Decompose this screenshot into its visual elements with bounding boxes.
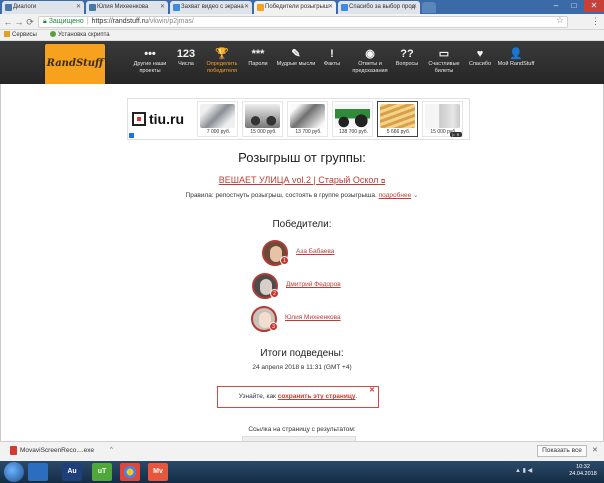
bookmarks-bar: Сервисы Установка скрипта	[0, 30, 604, 41]
back-icon[interactable]: ←	[3, 16, 13, 28]
rank-badge: 1	[280, 256, 289, 265]
audition-icon[interactable]: Au	[62, 463, 82, 481]
ad-choices-icon[interactable]: ▷ ✕	[450, 132, 462, 137]
movavi-icon	[173, 4, 180, 11]
taskbar	[0, 461, 604, 483]
url-input[interactable]: 🔒︎ Защищено | https://randstuff.ru/vkwin/p…	[38, 16, 568, 28]
bookmark-star-icon[interactable]: ☆	[556, 15, 564, 26]
rules-text: Правила: репостнуть розыгрыш, состоять в…	[185, 192, 419, 199]
close-notice-icon[interactable]: ✕	[369, 381, 375, 401]
vk-icon	[89, 4, 96, 11]
ad-item[interactable]: 5 666 руб.	[377, 101, 418, 137]
bookmark-services[interactable]: Сервисы	[4, 30, 37, 41]
ad-item[interactable]: 13 700 руб.	[287, 101, 328, 137]
browser-tab[interactable]: Спасибо за выбор прод ✕	[338, 1, 420, 14]
ad-item-image	[290, 104, 325, 128]
tray-icons[interactable]: ▲ ▮ ◀	[515, 467, 532, 474]
ad-item-image	[380, 104, 415, 128]
close-tab-icon[interactable]: ✕	[244, 1, 249, 14]
apps-icon	[4, 31, 10, 37]
results-heading: Итоги подведены:	[260, 348, 344, 359]
results-date: 24 апреля 2018 в 11:31 (GMT +4)	[252, 364, 352, 371]
lock-icon: 🔒︎	[43, 18, 47, 25]
download-item[interactable]: MovaviScreenReco....exe	[20, 447, 94, 454]
group-link[interactable]: ВЕШАЕТ УЛИЦА vol.2 | Старый Оскол ⧉	[0, 175, 604, 186]
nav-my-randstuff[interactable]: 👤 Мой RandStuff	[493, 47, 539, 68]
browser-tab[interactable]: Захват видео с экрана ✕	[170, 1, 252, 14]
ad-item-image	[200, 104, 235, 128]
close-download-bar-icon[interactable]: ✕	[592, 446, 598, 454]
script-icon	[50, 31, 56, 37]
vk-icon	[5, 4, 12, 11]
winners-heading: Победители:	[272, 219, 332, 230]
chevron-up-icon[interactable]: ^	[110, 447, 113, 453]
close-window-icon[interactable]: ✕	[584, 0, 604, 12]
winner-name-link[interactable]: Аза Бабаева	[296, 248, 334, 255]
winner-name-link[interactable]: Дмитрий Федоров	[286, 281, 341, 288]
ad-item[interactable]: 15 000 руб.	[242, 101, 283, 137]
browser-tab-active[interactable]: Победители розыгрыш ✕	[254, 1, 336, 14]
browser-tab-strip: Диалоги ✕ Юлия Михеенкова ✕ Захват видео…	[0, 0, 604, 14]
ad-item-image	[425, 104, 460, 128]
browser-tab[interactable]: Юлия Михеенкова ✕	[86, 1, 168, 14]
ad-item[interactable]: 7 000 руб.	[197, 101, 238, 137]
page-title: Розыгрыш от группы:	[238, 150, 366, 165]
close-tab-icon[interactable]: ✕	[328, 1, 333, 14]
save-page-link[interactable]: сохранить эту страницу	[278, 393, 356, 400]
address-bar: ← → ⟳ 🔒︎ Защищено | https://randstuff.ru/v…	[0, 14, 604, 30]
forward-icon[interactable]: →	[14, 16, 24, 28]
show-all-button[interactable]: Показать все	[537, 445, 587, 457]
ad-item-image	[335, 104, 370, 128]
minimize-icon[interactable]: –	[548, 0, 564, 12]
maximize-icon[interactable]: □	[566, 0, 582, 12]
screen: Диалоги ✕ Юлия Михеенкова ✕ Захват видео…	[0, 0, 604, 483]
close-tab-icon[interactable]: ✕	[76, 1, 81, 14]
chevron-down-icon: ⌄	[413, 192, 419, 199]
close-tab-icon[interactable]: ✕	[160, 1, 165, 14]
explorer-icon[interactable]	[28, 463, 48, 481]
browser-tab[interactable]: Диалоги ✕	[2, 1, 84, 14]
close-tab-icon[interactable]: ✕	[412, 1, 417, 14]
winner-name-link[interactable]: Юлия Михеенкова	[285, 314, 341, 321]
bookmark-install-script[interactable]: Установка скрипта	[50, 30, 110, 41]
start-button[interactable]	[4, 462, 24, 482]
ad-brand-logo[interactable]: tiu.ru	[132, 102, 192, 136]
ad-item-image	[245, 104, 280, 128]
rank-badge: 3	[269, 322, 278, 331]
clock[interactable]: 10:32 24.04.2018	[566, 464, 600, 478]
save-page-notice: Узнайте, как сохранить эту страницу. ✕	[217, 386, 379, 408]
chrome-icon[interactable]	[120, 463, 140, 481]
ad-item[interactable]: 138 700 руб.	[332, 101, 373, 137]
result-link-label: Ссылка на страницу с результатом:	[248, 426, 356, 433]
utorrent-icon[interactable]: uT	[92, 463, 112, 481]
movavi-icon	[341, 4, 348, 11]
external-link-icon: ⧉	[380, 179, 386, 185]
rules-more-link[interactable]: подробнее	[379, 192, 412, 199]
randstuff-icon	[257, 4, 264, 11]
ad-info-icon[interactable]	[129, 133, 134, 138]
menu-icon[interactable]: ⋮	[591, 16, 600, 27]
movavi-app-icon[interactable]: Mv	[148, 463, 168, 481]
file-icon	[10, 446, 17, 455]
tiu-logo-icon	[132, 112, 146, 126]
reload-icon[interactable]: ⟳	[25, 16, 35, 28]
site-logo[interactable]: RandStuff	[45, 44, 105, 88]
user-icon: 👤	[509, 48, 523, 60]
new-tab-button[interactable]	[422, 2, 436, 13]
rank-badge: 2	[270, 289, 279, 298]
